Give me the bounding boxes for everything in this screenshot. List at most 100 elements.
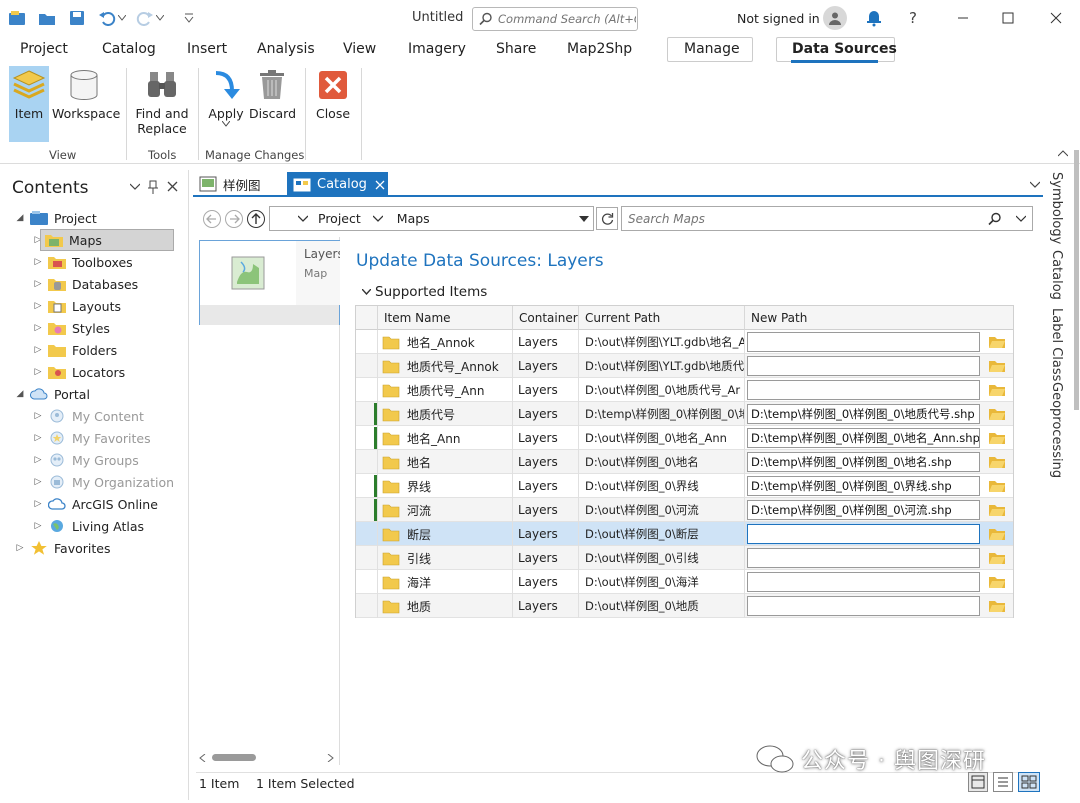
table-row[interactable]: 界线 Layers D:\out\样例图_0\界线: [356, 474, 1013, 498]
redo-icon[interactable]: [134, 8, 156, 28]
expand-arrow-icon[interactable]: ▷: [32, 521, 44, 531]
row-selector[interactable]: [356, 450, 378, 474]
row-selector[interactable]: [356, 354, 378, 378]
browse-folder-button[interactable]: [985, 477, 1009, 495]
maximize-button[interactable]: [996, 8, 1020, 28]
expand-arrow-icon[interactable]: ▷: [32, 345, 44, 355]
expand-arrow-icon[interactable]: ▷: [32, 455, 44, 465]
expand-arrow-icon[interactable]: ▷: [32, 323, 44, 333]
tree-item-project[interactable]: ◢ Project: [14, 207, 186, 229]
tab-data-sources[interactable]: Data Sources: [792, 41, 897, 57]
row-selector[interactable]: [356, 546, 378, 570]
table-row[interactable]: 地质代号_Annok Layers D:\out\样例图\YLT.gdb\地质代: [356, 354, 1013, 378]
table-row[interactable]: 地名_Ann Layers D:\out\样例图_0\地名_Ann: [356, 426, 1013, 450]
notifications-icon[interactable]: [862, 8, 886, 28]
browse-folder-button[interactable]: [985, 357, 1009, 375]
undo-dropdown-icon[interactable]: [116, 8, 128, 28]
table-row[interactable]: 地名_Annok Layers D:\out\样例图\YLT.gdb\地名_A: [356, 330, 1013, 354]
minimize-button[interactable]: [951, 8, 975, 28]
customize-toolbar-icon[interactable]: [178, 8, 200, 28]
new-path-input[interactable]: [747, 548, 980, 568]
discard-button[interactable]: Discard: [249, 66, 296, 121]
expand-arrow-icon[interactable]: ▷: [32, 301, 44, 311]
table-row[interactable]: 引线 Layers D:\out\样例图_0\引线: [356, 546, 1013, 570]
close-window-button[interactable]: [1044, 8, 1068, 28]
row-selector[interactable]: [356, 522, 378, 546]
collapse-arrow-icon[interactable]: ◢: [14, 389, 26, 399]
table-row[interactable]: 海洋 Layers D:\out\样例图_0\海洋: [356, 570, 1013, 594]
back-arrow-icon[interactable]: [202, 209, 222, 229]
up-arrow-icon[interactable]: [246, 209, 266, 229]
undo-icon[interactable]: [96, 8, 118, 28]
browse-folder-button[interactable]: [985, 453, 1009, 471]
cell-item-name[interactable]: 地质: [378, 594, 513, 618]
new-path-input[interactable]: [747, 356, 980, 376]
close-pane-icon[interactable]: [167, 181, 178, 192]
cell-item-name[interactable]: 地名: [378, 450, 513, 474]
tab-analysis[interactable]: Analysis: [257, 41, 315, 57]
table-row[interactable]: 地名 Layers D:\out\样例图_0\地名: [356, 450, 1013, 474]
browse-folder-button[interactable]: [985, 573, 1009, 591]
expand-arrow-icon[interactable]: ▷: [32, 433, 44, 443]
contents-options-icon[interactable]: [130, 183, 140, 190]
column-header-container[interactable]: Container: [513, 306, 579, 330]
new-path-input[interactable]: [747, 476, 980, 496]
forward-arrow-icon[interactable]: [224, 209, 244, 229]
collapse-arrow-icon[interactable]: ◢: [14, 213, 26, 223]
tree-item-folders[interactable]: ▷ Folders: [14, 339, 186, 361]
tab-list-dropdown-icon[interactable]: [1030, 181, 1040, 188]
apply-dropdown-icon[interactable]: [206, 121, 246, 129]
expand-arrow-icon[interactable]: ▷: [32, 411, 44, 421]
browse-folder-button[interactable]: [985, 549, 1009, 567]
item-button[interactable]: Item: [9, 66, 49, 142]
new-path-input[interactable]: [747, 428, 980, 448]
scroll-left-icon[interactable]: [199, 754, 207, 762]
column-header-new-path[interactable]: New Path: [745, 306, 1013, 330]
tree-item-living-atlas[interactable]: ▷ Living Atlas: [14, 515, 186, 537]
expand-arrow-icon[interactable]: ▷: [32, 477, 44, 487]
command-search[interactable]: [472, 7, 638, 31]
new-path-input[interactable]: [747, 500, 980, 520]
redo-dropdown-icon[interactable]: [154, 8, 166, 28]
tree-item-locators[interactable]: ▷ Locators: [14, 361, 186, 383]
table-row[interactable]: 地质代号_Ann Layers D:\out\样例图_0\地质代号_Ar: [356, 378, 1013, 402]
cell-item-name[interactable]: 地名_Annok: [378, 330, 513, 354]
collapse-ribbon-icon[interactable]: [1058, 150, 1068, 157]
search-maps-box[interactable]: [621, 206, 1033, 231]
tree-item-toolboxes[interactable]: ▷ Toolboxes: [14, 251, 186, 273]
expand-arrow-icon[interactable]: ▷: [32, 279, 44, 289]
command-search-input[interactable]: [498, 12, 636, 26]
details-view-button[interactable]: [968, 772, 988, 792]
new-path-input[interactable]: [747, 596, 980, 616]
browse-folder-button[interactable]: [985, 501, 1009, 519]
scroll-right-icon[interactable]: [326, 754, 334, 762]
tab-map-view[interactable]: 样例图: [193, 172, 277, 196]
tab-imagery[interactable]: Imagery: [408, 41, 466, 57]
tab-catalog-view[interactable]: Catalog: [287, 172, 388, 197]
expand-arrow-icon[interactable]: ▷: [32, 499, 44, 509]
list-view-button[interactable]: [993, 772, 1013, 792]
apply-button[interactable]: Apply: [206, 66, 246, 129]
horizontal-scrollbar[interactable]: [196, 750, 340, 766]
browse-folder-button[interactable]: [985, 429, 1009, 447]
tab-project[interactable]: Project: [20, 41, 68, 57]
tree-item-my-favorites[interactable]: ▷ My Favorites: [14, 427, 186, 449]
open-project-icon[interactable]: [36, 8, 58, 28]
tree-item-styles[interactable]: ▷ Styles: [14, 317, 186, 339]
browse-folder-button[interactable]: [985, 381, 1009, 399]
new-path-input[interactable]: [747, 572, 980, 592]
expand-arrow-icon[interactable]: ▷: [14, 543, 26, 553]
address-history-dropdown-icon[interactable]: [298, 215, 308, 222]
tab-insert[interactable]: Insert: [187, 41, 227, 57]
row-selector[interactable]: [356, 330, 378, 354]
new-project-icon[interactable]: [6, 8, 28, 28]
table-row[interactable]: 断层 Layers D:\out\样例图_0\断层: [356, 522, 1013, 546]
column-header-item-name[interactable]: Item Name: [378, 306, 513, 330]
row-selector[interactable]: [356, 570, 378, 594]
table-row[interactable]: 地质 Layers D:\out\样例图_0\地质: [356, 594, 1013, 618]
tree-item-portal[interactable]: ◢ Portal: [14, 383, 186, 405]
browse-folder-button[interactable]: [985, 333, 1009, 351]
browse-folder-button[interactable]: [985, 597, 1009, 615]
expand-arrow-icon[interactable]: ▷: [32, 257, 44, 267]
cell-item-name[interactable]: 地质代号_Annok: [378, 354, 513, 378]
